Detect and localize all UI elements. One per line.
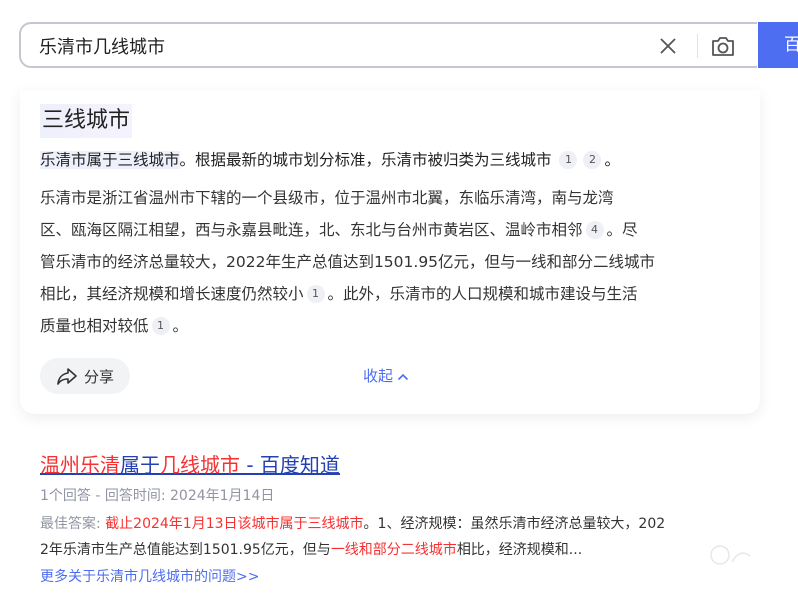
title-keyword: 温州乐清 bbox=[40, 453, 120, 477]
detail-line: 区、瓯海区隔江相望，西与永嘉县毗连，北、东北与台州市黄岩区、温岭市相邻 4 。尽 bbox=[40, 214, 745, 246]
share-button[interactable]: 分享 bbox=[40, 358, 130, 394]
search-input[interactable] bbox=[39, 34, 639, 58]
snippet-keyword: 一线和部分二线城市 bbox=[330, 542, 457, 558]
search-button[interactable]: 百度一下 bbox=[758, 22, 798, 68]
title-keyword: 几线城市 bbox=[160, 453, 240, 477]
answer-card: 三线城市 乐清市属于三线城市。根据最新的城市划分标准，乐清市被归类为三线城市 1… bbox=[20, 90, 760, 414]
detail-text: 。尽 bbox=[606, 221, 638, 239]
clear-icon[interactable] bbox=[657, 35, 679, 57]
collapse-button[interactable]: 收起 bbox=[363, 365, 409, 386]
answer-title: 三线城市 bbox=[40, 104, 133, 138]
result-snippet: 最佳答案: 截止2024年1月13日该城市属于三线城市。1、经济规模：虽然乐清市… bbox=[40, 511, 740, 563]
detail-text: 相比，其经济规模和增长速度仍然较小 bbox=[40, 285, 304, 303]
watermark-icon bbox=[710, 545, 751, 565]
camera-icon[interactable] bbox=[709, 33, 737, 59]
more-questions-link[interactable]: 更多关于乐清市几线城市的问题>> bbox=[40, 566, 259, 586]
summary-end: 。 bbox=[604, 151, 620, 169]
share-icon bbox=[57, 368, 77, 385]
summary-highlight: 乐清市属于三线城市 bbox=[40, 151, 180, 169]
title-text: 属于 bbox=[120, 453, 160, 477]
citation-badge[interactable]: 1 bbox=[559, 151, 578, 169]
answer-summary: 乐清市属于三线城市。根据最新的城市划分标准，乐清市被归类为三线城市 1 2。 bbox=[40, 148, 740, 172]
collapse-label: 收起 bbox=[363, 367, 394, 385]
detail-line: 乐清市是浙江省温州市下辖的一个县级市，位于温州市北翼，东临乐清湾，南与龙湾 bbox=[40, 189, 614, 207]
search-box[interactable] bbox=[19, 22, 757, 68]
detail-line: 质量也相对较低 1。 bbox=[40, 310, 745, 342]
snippet-text: 。1、经济规模：虽然乐清市经济总量较大，202 bbox=[363, 516, 666, 532]
detail-text: 质量也相对较低 bbox=[40, 317, 149, 335]
snippet-text: 相比，经济规模和... bbox=[456, 542, 583, 558]
result-meta: 1个回答 - 回答时间: 2024年1月14日 bbox=[40, 488, 275, 504]
share-label: 分享 bbox=[84, 368, 115, 386]
best-answer-label: 最佳答案: bbox=[40, 516, 106, 532]
snippet-keyword: 截止2024年1月13日该城市属于三线城市 bbox=[105, 516, 364, 532]
answer-detail: 乐清市是浙江省温州市下辖的一个县级市，位于温州市北翼，东临乐清湾，南与龙湾 区、… bbox=[40, 182, 745, 342]
divider bbox=[697, 34, 698, 58]
title-text: - 百度知道 bbox=[240, 453, 340, 477]
detail-line: 相比，其经济规模和增长速度仍然较小 1 。此外，乐清市的人口规模和城市建设与生活 bbox=[40, 278, 745, 310]
citation-badge[interactable]: 1 bbox=[306, 285, 325, 303]
snippet-line: 最佳答案: 截止2024年1月13日该城市属于三线城市。1、经济规模：虽然乐清市… bbox=[40, 511, 740, 537]
detail-text: 区、瓯海区隔江相望，西与永嘉县毗连，北、东北与台州市黄岩区、温岭市相邻 bbox=[40, 221, 583, 239]
detail-text: 。此外，乐清市的人口规模和城市建设与生活 bbox=[327, 285, 638, 303]
chevron-up-icon bbox=[397, 373, 409, 381]
citation-badge[interactable]: 4 bbox=[585, 221, 604, 239]
snippet-line: 2年乐清市生产总值能达到1501.95亿元，但与一线和部分二线城市相比，经济规模… bbox=[40, 537, 740, 563]
detail-line: 管乐清市的经济总量较大，2022年生产总值达到1501.95亿元，但与一线和部分… bbox=[40, 253, 656, 271]
summary-text: 。根据最新的城市划分标准，乐清市被归类为三线城市 bbox=[179, 151, 552, 169]
citation-badge[interactable]: 1 bbox=[151, 317, 170, 335]
citation-badge[interactable]: 2 bbox=[583, 151, 602, 169]
snippet-text: 2年乐清市生产总值能达到1501.95亿元，但与 bbox=[40, 542, 331, 558]
result-title-link[interactable]: 温州乐清属于几线城市 - 百度知道 bbox=[40, 449, 340, 478]
detail-text: 。 bbox=[172, 317, 189, 335]
